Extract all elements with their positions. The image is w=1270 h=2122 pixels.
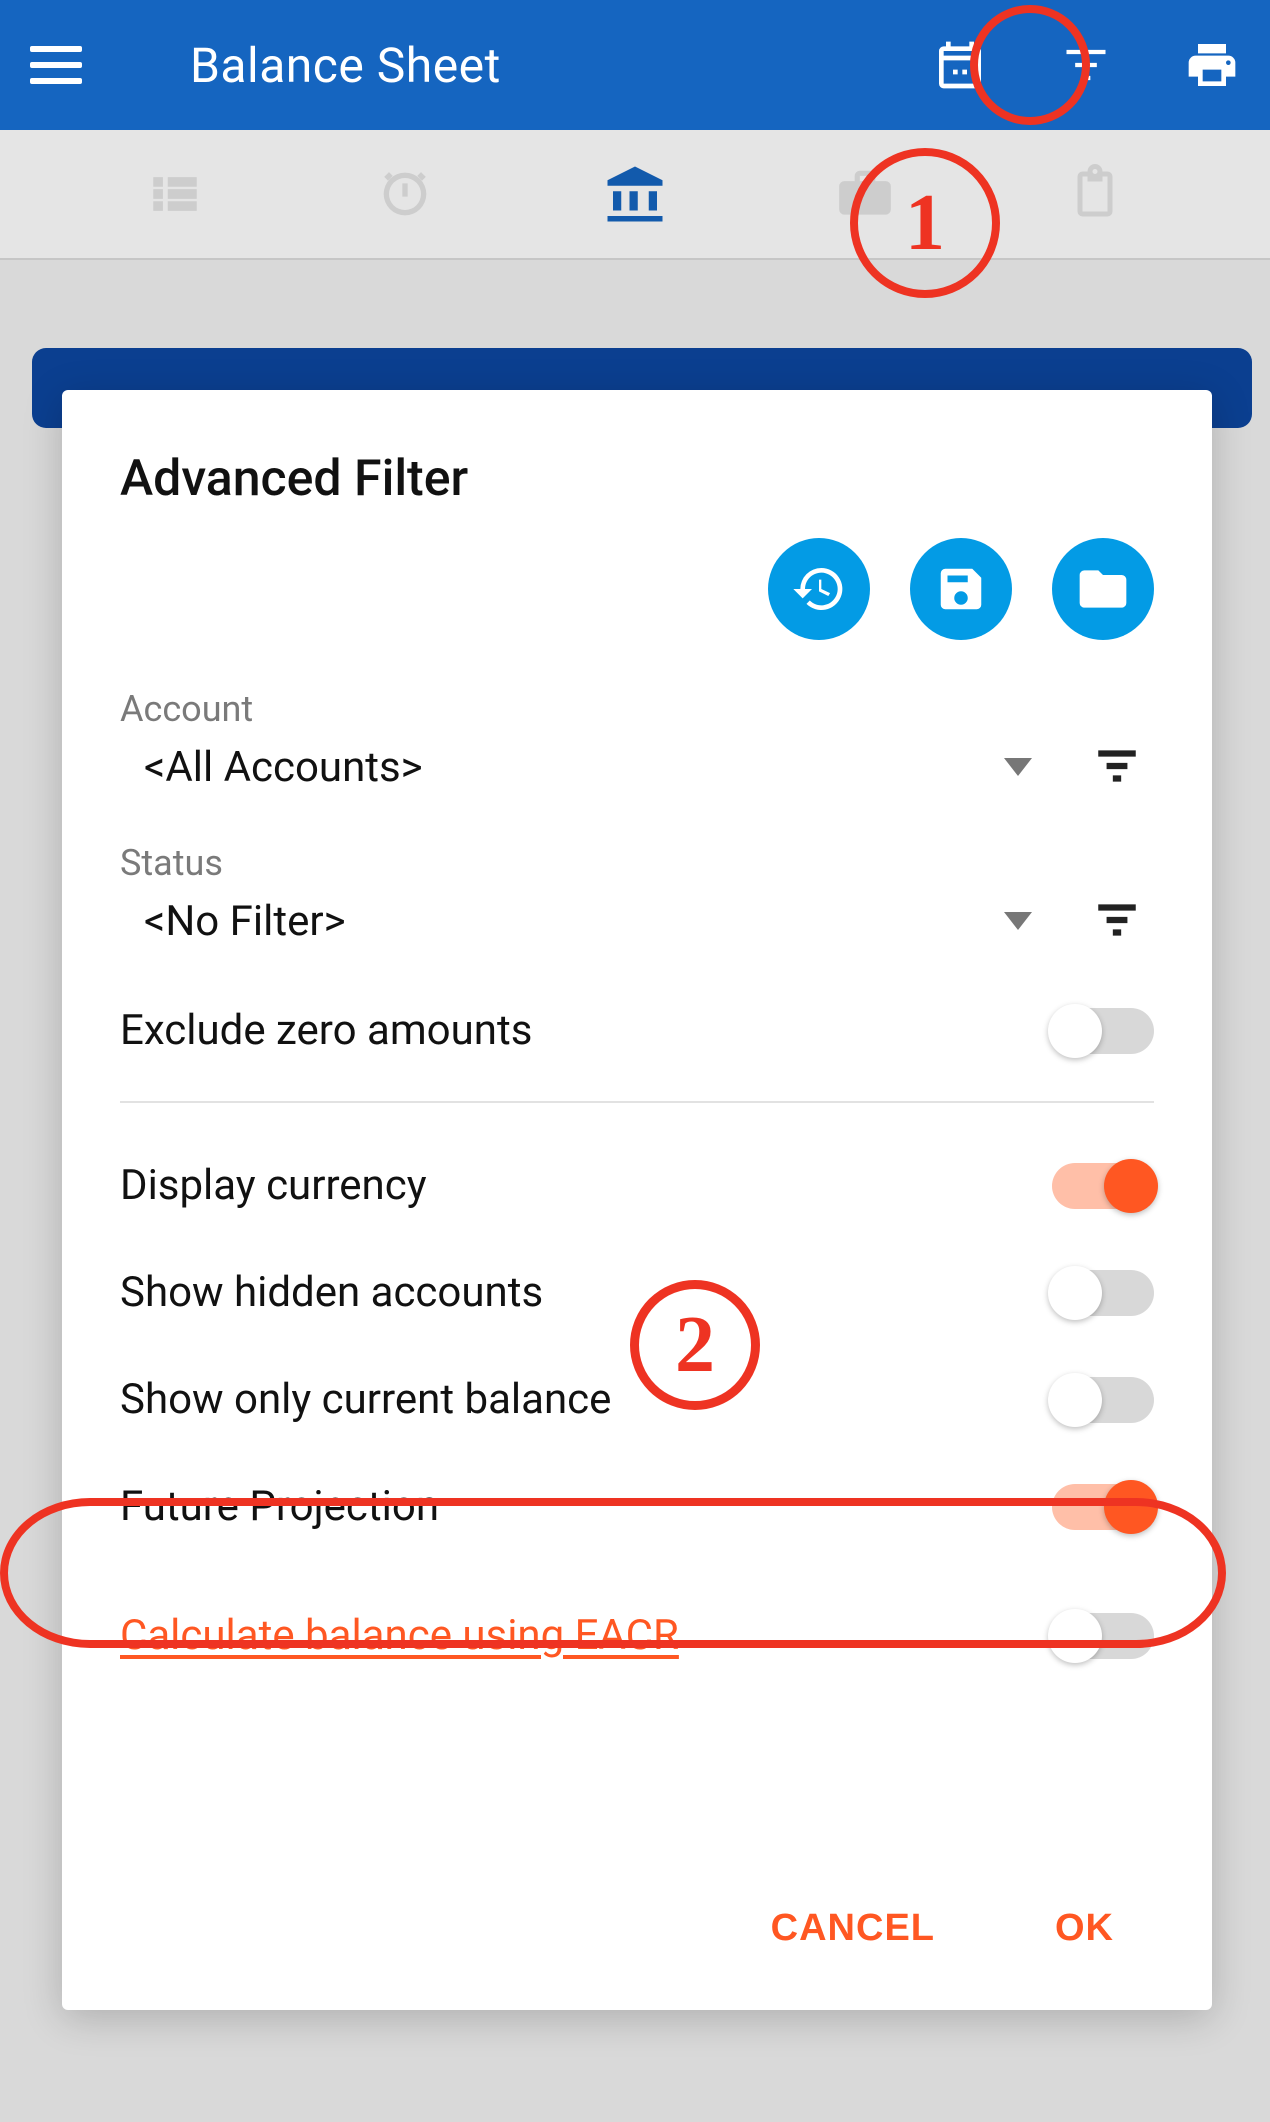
annotation-circle-filter	[970, 5, 1090, 125]
printer-icon[interactable]	[1184, 37, 1240, 93]
cancel-button[interactable]: CANCEL	[771, 1907, 935, 1950]
dialog-title: Advanced Filter	[120, 450, 1154, 508]
chevron-down-icon	[1004, 912, 1032, 930]
folder-icon[interactable]	[1052, 538, 1154, 640]
annotation-badge-2: 2	[630, 1280, 760, 1410]
status-filter-icon[interactable]	[1092, 894, 1142, 948]
annotation-number-1: 1	[858, 156, 992, 290]
dialog-footer: CANCEL OK	[120, 1877, 1154, 1970]
annotation-number-2: 2	[639, 1289, 751, 1401]
show-current-row: Show only current balance	[120, 1375, 1154, 1424]
display-currency-switch[interactable]	[1052, 1163, 1154, 1209]
ok-button[interactable]: OK	[1055, 1907, 1114, 1950]
annotation-badge-1: 1	[850, 148, 1000, 298]
page-title: Balance Sheet	[190, 37, 932, 94]
show-hidden-switch[interactable]	[1052, 1270, 1154, 1316]
exclude-zero-label: Exclude zero amounts	[120, 1006, 532, 1055]
account-dropdown[interactable]: <All Accounts>	[120, 740, 1154, 794]
advanced-filter-dialog: Advanced Filter Account <All Accounts> S…	[62, 390, 1212, 2010]
chevron-down-icon	[1004, 758, 1032, 776]
account-value: <All Accounts>	[120, 743, 1004, 792]
show-current-label: Show only current balance	[120, 1375, 611, 1424]
status-value: <No Filter>	[120, 897, 1004, 946]
exclude-zero-switch[interactable]	[1052, 1008, 1154, 1054]
display-currency-label: Display currency	[120, 1161, 427, 1210]
status-label: Status	[120, 842, 1154, 884]
divider	[120, 1101, 1154, 1103]
show-hidden-label: Show hidden accounts	[120, 1268, 543, 1317]
status-dropdown[interactable]: <No Filter>	[120, 894, 1154, 948]
show-hidden-row: Show hidden accounts	[120, 1268, 1154, 1317]
dialog-action-icons	[120, 538, 1154, 640]
annotation-ellipse-future-projection	[0, 1498, 1226, 1648]
menu-icon[interactable]	[30, 35, 90, 95]
save-icon[interactable]	[910, 538, 1012, 640]
history-icon[interactable]	[768, 538, 870, 640]
show-current-switch[interactable]	[1052, 1377, 1154, 1423]
account-label: Account	[120, 688, 1154, 730]
exclude-zero-row: Exclude zero amounts	[120, 1006, 1154, 1055]
account-filter-icon[interactable]	[1092, 740, 1142, 794]
display-currency-row: Display currency	[120, 1161, 1154, 1210]
